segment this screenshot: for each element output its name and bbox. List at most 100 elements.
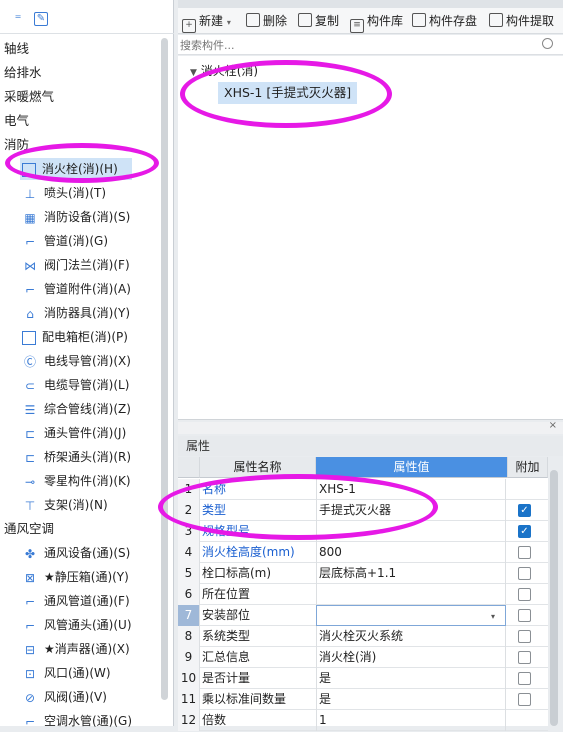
search-icon[interactable] (542, 38, 553, 49)
tree-item-pipe[interactable]: ⌐ 管道(消)(G) (22, 230, 108, 252)
table-row[interactable]: 1 名称 XHS-1 (178, 479, 548, 500)
save-icon (412, 13, 426, 27)
row-value[interactable]: XHS-1 (316, 479, 506, 500)
edit-icon[interactable]: ✎ (34, 12, 48, 26)
tree-item-misc-part[interactable]: ⊸ 零星构件(消)(K) (22, 470, 131, 492)
trash-icon (246, 13, 260, 27)
table-row[interactable]: 8 系统类型 消火栓灭火系统 (178, 626, 548, 647)
extra-checkbox[interactable] (518, 567, 531, 580)
extra-checkbox[interactable]: ✓ (518, 525, 531, 538)
row-value[interactable]: 是 (316, 689, 506, 710)
extra-checkbox[interactable] (518, 651, 531, 664)
table-row[interactable]: 2 类型 手提式灭火器 ✓ (178, 500, 548, 521)
collapse-icon[interactable]: ⁼ (10, 12, 26, 28)
tree-item-fire-equipment[interactable]: ▦ 消防设备(消)(S) (22, 206, 130, 228)
row-value[interactable]: 消火栓灭火系统 (316, 626, 506, 647)
chevron-down-icon[interactable]: ▾ (227, 18, 231, 27)
tree-node-hydrant[interactable]: ▼ 消火栓(消) (190, 62, 258, 80)
left-scrollbar[interactable] (161, 38, 168, 700)
panel-splitter[interactable]: × (178, 420, 563, 434)
extra-checkbox[interactable] (518, 630, 531, 643)
tree-item-distribution-box[interactable]: 配电箱柜(消)(P) (22, 326, 128, 348)
tree-item-pipe-accessory[interactable]: ⌐ 管道附件(消)(A) (22, 278, 131, 300)
tree-item-plenum-box[interactable]: ⊠ ★静压箱(通)(Y) (22, 566, 129, 588)
row-value[interactable]: 1 (316, 710, 506, 731)
row-value[interactable] (316, 521, 506, 542)
search-input[interactable] (180, 37, 540, 53)
tree-node-label: 消火栓(消) (200, 64, 259, 78)
row-number: 3 (178, 521, 200, 542)
extra-checkbox[interactable] (518, 693, 531, 706)
table-row[interactable]: 10 是否计量 是 (178, 668, 548, 689)
table-row[interactable]: 4 消火栓高度(mm) 800 (178, 542, 548, 563)
chevron-down-icon[interactable]: ▾ (491, 606, 495, 627)
tree-item-fire-fixture[interactable]: ⌂ 消防器具(消)(Y) (22, 302, 130, 324)
tree-item-fitting[interactable]: ⊏ 通头管件(消)(J) (22, 422, 126, 444)
library-button[interactable]: ≡ 构件库 (350, 8, 403, 34)
fan-icon: ✤ (24, 546, 36, 561)
new-label: 新建 (199, 14, 224, 28)
row-value[interactable] (316, 584, 506, 605)
table-row[interactable]: 9 汇总信息 消火栓(消) (178, 647, 548, 668)
tree-item-duct[interactable]: ⌐ 通风管道(通)(F) (22, 590, 130, 612)
tree-item-air-damper[interactable]: ⊘ 风阀(通)(V) (22, 686, 107, 708)
tree-item-air-outlet[interactable]: ⊡ 风口(通)(W) (22, 662, 111, 684)
tree-item-tray-fitting[interactable]: ⊏ 桥架通头(消)(R) (22, 446, 131, 468)
extra-checkbox[interactable] (518, 672, 531, 685)
library-icon: ≡ (350, 19, 364, 33)
table-row[interactable]: 3 规格型号 ✓ (178, 521, 548, 542)
tree-item-label: ★静压箱(通)(Y) (44, 570, 129, 584)
tree-item-cable-conduit[interactable]: ⊂ 电缆导管(消)(L) (22, 374, 129, 396)
category-axis[interactable]: 轴线 (4, 38, 29, 60)
tree-item-chilled-water-pipe[interactable]: ⌐ 空调水管(通)(G) (22, 710, 132, 732)
table-row[interactable]: 6 所在位置 (178, 584, 548, 605)
table-row[interactable]: 12 倍数 1 (178, 710, 548, 731)
category-heating-gas[interactable]: 采暖燃气 (4, 86, 54, 108)
category-hvac[interactable]: 通风空调 (4, 518, 54, 540)
table-row[interactable]: 5 栓口标高(m) 层底标高+1.1 (178, 563, 548, 584)
properties-scrollbar[interactable] (550, 470, 558, 726)
expand-icon[interactable]: ▼ (190, 68, 197, 78)
row-value[interactable]: 层底标高+1.1 (316, 563, 506, 584)
row-number: 4 (178, 542, 200, 563)
tree-item-duct-fitting[interactable]: ⌐ 风管通头(通)(U) (22, 614, 132, 636)
row-value[interactable]: 800 (316, 542, 506, 563)
left-toolbar: ⁼ ✎ (0, 8, 174, 34)
new-button[interactable]: + 新建 ▾ (182, 8, 231, 34)
tree-item-label: 管道附件(消)(A) (44, 282, 131, 296)
extra-checkbox[interactable] (518, 546, 531, 559)
category-plumbing[interactable]: 给排水 (4, 62, 42, 84)
tree-item-ventilation-equipment[interactable]: ✤ 通风设备(通)(S) (22, 542, 130, 564)
delete-button[interactable]: 删除 (246, 8, 287, 34)
tree-item-valve[interactable]: ⋈ 阀门法兰(消)(F) (22, 254, 130, 276)
tree-item-label: 风口(通)(W) (44, 666, 111, 680)
tree-item-hydrant[interactable]: 消火栓(消)(H) (20, 158, 132, 180)
save-component-button[interactable]: 构件存盘 (412, 8, 477, 34)
tree-item-wire-conduit[interactable]: Ⓒ 电线导管(消)(X) (22, 350, 131, 372)
tree-item-silencer[interactable]: ⊟ ★消声器(通)(X) (22, 638, 130, 660)
tree-item-bracket[interactable]: ⊤ 支架(消)(N) (22, 494, 108, 516)
row-value[interactable]: 消火栓(消) (316, 647, 506, 668)
extra-checkbox[interactable] (518, 609, 531, 622)
tree-item-sprinkler[interactable]: ⊥ 喷头(消)(T) (22, 182, 106, 204)
extra-checkbox[interactable]: ✓ (518, 504, 531, 517)
tree-item-label: 消防设备(消)(S) (44, 210, 131, 224)
tree-node-xhs-1[interactable]: XHS-1 [手提式灭火器] (218, 82, 358, 104)
row-value[interactable]: 手提式灭火器 (316, 500, 506, 521)
tree-item-label: 电缆导管(消)(L) (44, 378, 130, 392)
row-number: 11 (178, 689, 200, 710)
bracket-icon: ⊤ (24, 498, 36, 513)
category-electrical[interactable]: 电气 (4, 110, 29, 132)
table-row[interactable]: 11 乘以标准间数量 是 (178, 689, 548, 710)
copy-button[interactable]: 复制 (298, 8, 339, 34)
extra-checkbox[interactable] (518, 588, 531, 601)
water-pipe-icon: ⌐ (24, 714, 36, 729)
category-fire[interactable]: 消防 (4, 134, 29, 156)
row-name: 栓口标高(m) (202, 566, 272, 580)
extract-component-button[interactable]: 构件提取 (489, 8, 554, 34)
table-row[interactable]: 7 安装部位 ▾ (178, 605, 548, 626)
install-location-select[interactable]: ▾ (316, 605, 506, 626)
row-value[interactable]: 是 (316, 668, 506, 689)
tree-item-combined-pipeline[interactable]: ☰ 综合管线(消)(Z) (22, 398, 131, 420)
close-icon[interactable]: × (549, 420, 557, 431)
